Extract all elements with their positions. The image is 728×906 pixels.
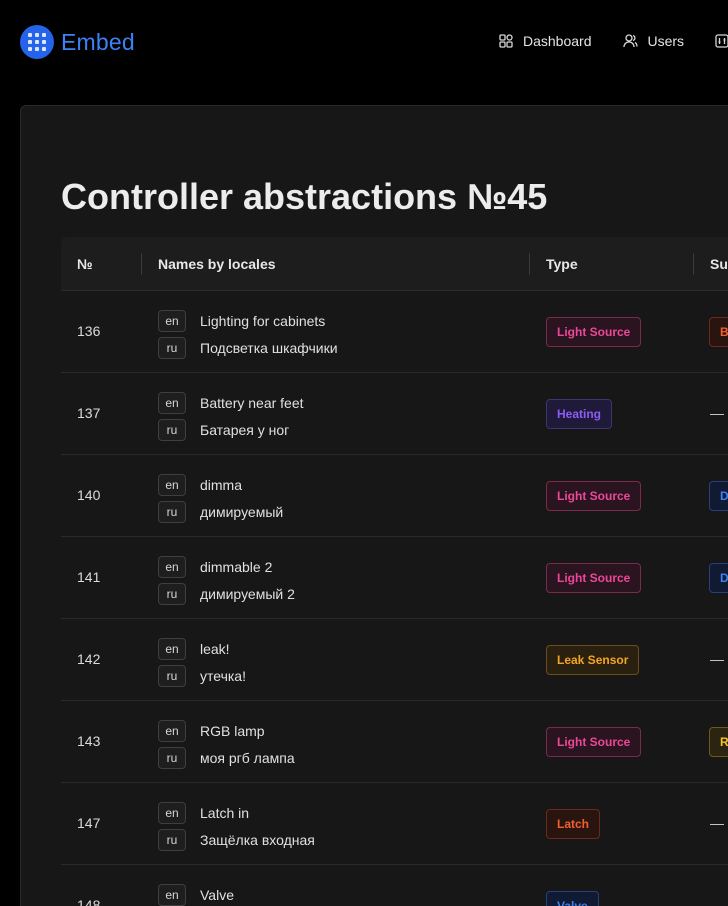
type-badge: Light Source bbox=[546, 317, 642, 347]
locale-badge: ru bbox=[158, 665, 186, 687]
locale-badge: en bbox=[158, 310, 186, 332]
subtype-badge: D bbox=[709, 563, 728, 593]
table-row[interactable]: 137 en Battery near feet ru Батарея у ног Hea… bbox=[61, 373, 728, 455]
locale-text: димируемый bbox=[200, 504, 284, 520]
locale-name-en: en leak! bbox=[158, 638, 230, 660]
type-badge: Leak Sensor bbox=[546, 645, 640, 675]
locale-name-en: en Lighting for cabinets bbox=[158, 310, 325, 332]
locale-text: Latch in bbox=[200, 805, 250, 821]
type-badge: Light Source bbox=[546, 481, 642, 511]
locale-name-ru: ru моя ргб лампа bbox=[158, 747, 295, 769]
locale-badge: en bbox=[158, 474, 186, 496]
locale-badge: ru bbox=[158, 501, 186, 523]
type-badge: Light Source bbox=[546, 727, 642, 757]
subtype-badge: D bbox=[709, 481, 728, 511]
locale-badge: en bbox=[158, 638, 186, 660]
table-header: № Names by locales Type Sub bbox=[61, 237, 728, 291]
locale-badge: en bbox=[158, 556, 186, 578]
column-divider[interactable] bbox=[141, 253, 142, 275]
locale-name-ru: ru Батарея у ног bbox=[158, 419, 289, 441]
locale-text: RGB lamp bbox=[200, 723, 265, 739]
table-row[interactable]: 147 en Latch in ru Защёлка входная Latch — bbox=[61, 783, 728, 865]
locale-name-en: en RGB lamp bbox=[158, 720, 265, 742]
type-badge: Valve bbox=[546, 891, 599, 906]
column-header-number[interactable]: № bbox=[77, 237, 93, 291]
page-title: Controller abstractions №45 bbox=[61, 176, 548, 217]
nav-label-users: Users bbox=[647, 33, 685, 49]
locale-text: Valve bbox=[200, 887, 234, 903]
nav-item-dashboard[interactable]: Dashboard bbox=[499, 33, 592, 49]
locale-text: моя ргб лампа bbox=[200, 750, 295, 766]
row-number: 143 bbox=[77, 733, 101, 749]
locale-text: Защёлка входная bbox=[200, 832, 315, 848]
column-header-type[interactable]: Type bbox=[546, 237, 578, 291]
type-badge: Light Source bbox=[546, 563, 642, 593]
row-number: 136 bbox=[77, 323, 101, 339]
table-row[interactable]: 142 en leak! ru утечка! Leak Sensor — bbox=[61, 619, 728, 701]
brand-logo[interactable]: Embed bbox=[20, 25, 135, 59]
locale-name-ru: ru димируемый bbox=[158, 501, 283, 523]
users-icon bbox=[622, 34, 638, 48]
locale-badge: en bbox=[158, 720, 186, 742]
top-navigation-bar: Embed Dashboard Users bbox=[0, 0, 728, 86]
table-row[interactable]: 148 en Valve Valve bbox=[61, 865, 728, 906]
locale-badge: ru bbox=[158, 583, 186, 605]
locale-name-en: en Latch in bbox=[158, 802, 249, 824]
locale-name-en: en Valve bbox=[158, 884, 234, 906]
locale-badge: ru bbox=[158, 419, 186, 441]
locale-name-en: en Battery near feet bbox=[158, 392, 304, 414]
dashboard-icon bbox=[499, 34, 513, 48]
subtype-badge: B bbox=[709, 317, 728, 347]
locale-badge: ru bbox=[158, 747, 186, 769]
row-number: 137 bbox=[77, 405, 101, 421]
locale-badge: ru bbox=[158, 337, 186, 359]
locale-text: Lighting for cabinets bbox=[200, 313, 326, 329]
type-badge: Latch bbox=[546, 809, 601, 839]
type-badge: Heating bbox=[546, 399, 613, 429]
column-header-names[interactable]: Names by locales bbox=[158, 237, 276, 291]
subtype-empty: — bbox=[710, 651, 724, 667]
row-number: 147 bbox=[77, 815, 101, 831]
locale-text: утечка! bbox=[200, 668, 246, 684]
row-number: 140 bbox=[77, 487, 101, 503]
locale-badge: en bbox=[158, 392, 186, 414]
nav-item-users[interactable]: Users bbox=[622, 33, 685, 49]
locale-text: dimma bbox=[200, 477, 243, 493]
column-divider[interactable] bbox=[693, 253, 694, 275]
subtype-empty: — bbox=[710, 815, 724, 831]
locale-name-ru: ru Защёлка входная bbox=[158, 829, 315, 851]
locale-text: dimmable 2 bbox=[200, 559, 273, 575]
table-row[interactable]: 136 en Lighting for cabinets ru Подсветка шк… bbox=[61, 291, 728, 373]
controllers-icon bbox=[715, 34, 728, 48]
table-row[interactable]: 143 en RGB lamp ru моя ргб лампа Light Source… bbox=[61, 701, 728, 783]
locale-name-en: en dimmable 2 bbox=[158, 556, 272, 578]
nav-item-controllers[interactable] bbox=[715, 34, 728, 48]
locale-badge: en bbox=[158, 884, 186, 906]
locale-text: димируемый 2 bbox=[200, 586, 295, 602]
locale-text: Подсветка шкафчики bbox=[200, 340, 338, 356]
locale-badge: ru bbox=[158, 829, 186, 851]
row-number: 148 bbox=[77, 897, 101, 906]
subtype-badge: R bbox=[709, 727, 728, 757]
row-number: 141 bbox=[77, 569, 101, 585]
locale-badge: en bbox=[158, 802, 186, 824]
main-nav: Dashboard Users bbox=[499, 33, 728, 49]
nav-label-dashboard: Dashboard bbox=[523, 33, 592, 49]
brand-name: Embed bbox=[61, 28, 135, 55]
column-header-sub[interactable]: Sub bbox=[710, 237, 728, 291]
locale-name-ru: ru утечка! bbox=[158, 665, 246, 687]
row-number: 142 bbox=[77, 651, 101, 667]
subtype-empty: — bbox=[710, 405, 724, 421]
logo-grid-icon bbox=[20, 25, 54, 59]
locale-text: Батарея у ног bbox=[200, 422, 290, 438]
locale-name-ru: ru Подсветка шкафчики bbox=[158, 337, 338, 359]
locale-name-en: en dimma bbox=[158, 474, 242, 496]
column-divider[interactable] bbox=[529, 253, 530, 275]
locale-name-ru: ru димируемый 2 bbox=[158, 583, 295, 605]
locale-text: Battery near feet bbox=[200, 395, 304, 411]
table-row[interactable]: 141 en dimmable 2 ru димируемый 2 Light Sourc… bbox=[61, 537, 728, 619]
table-row[interactable]: 140 en dimma ru димируемый Light Source D bbox=[61, 455, 728, 537]
locale-text: leak! bbox=[200, 641, 230, 657]
